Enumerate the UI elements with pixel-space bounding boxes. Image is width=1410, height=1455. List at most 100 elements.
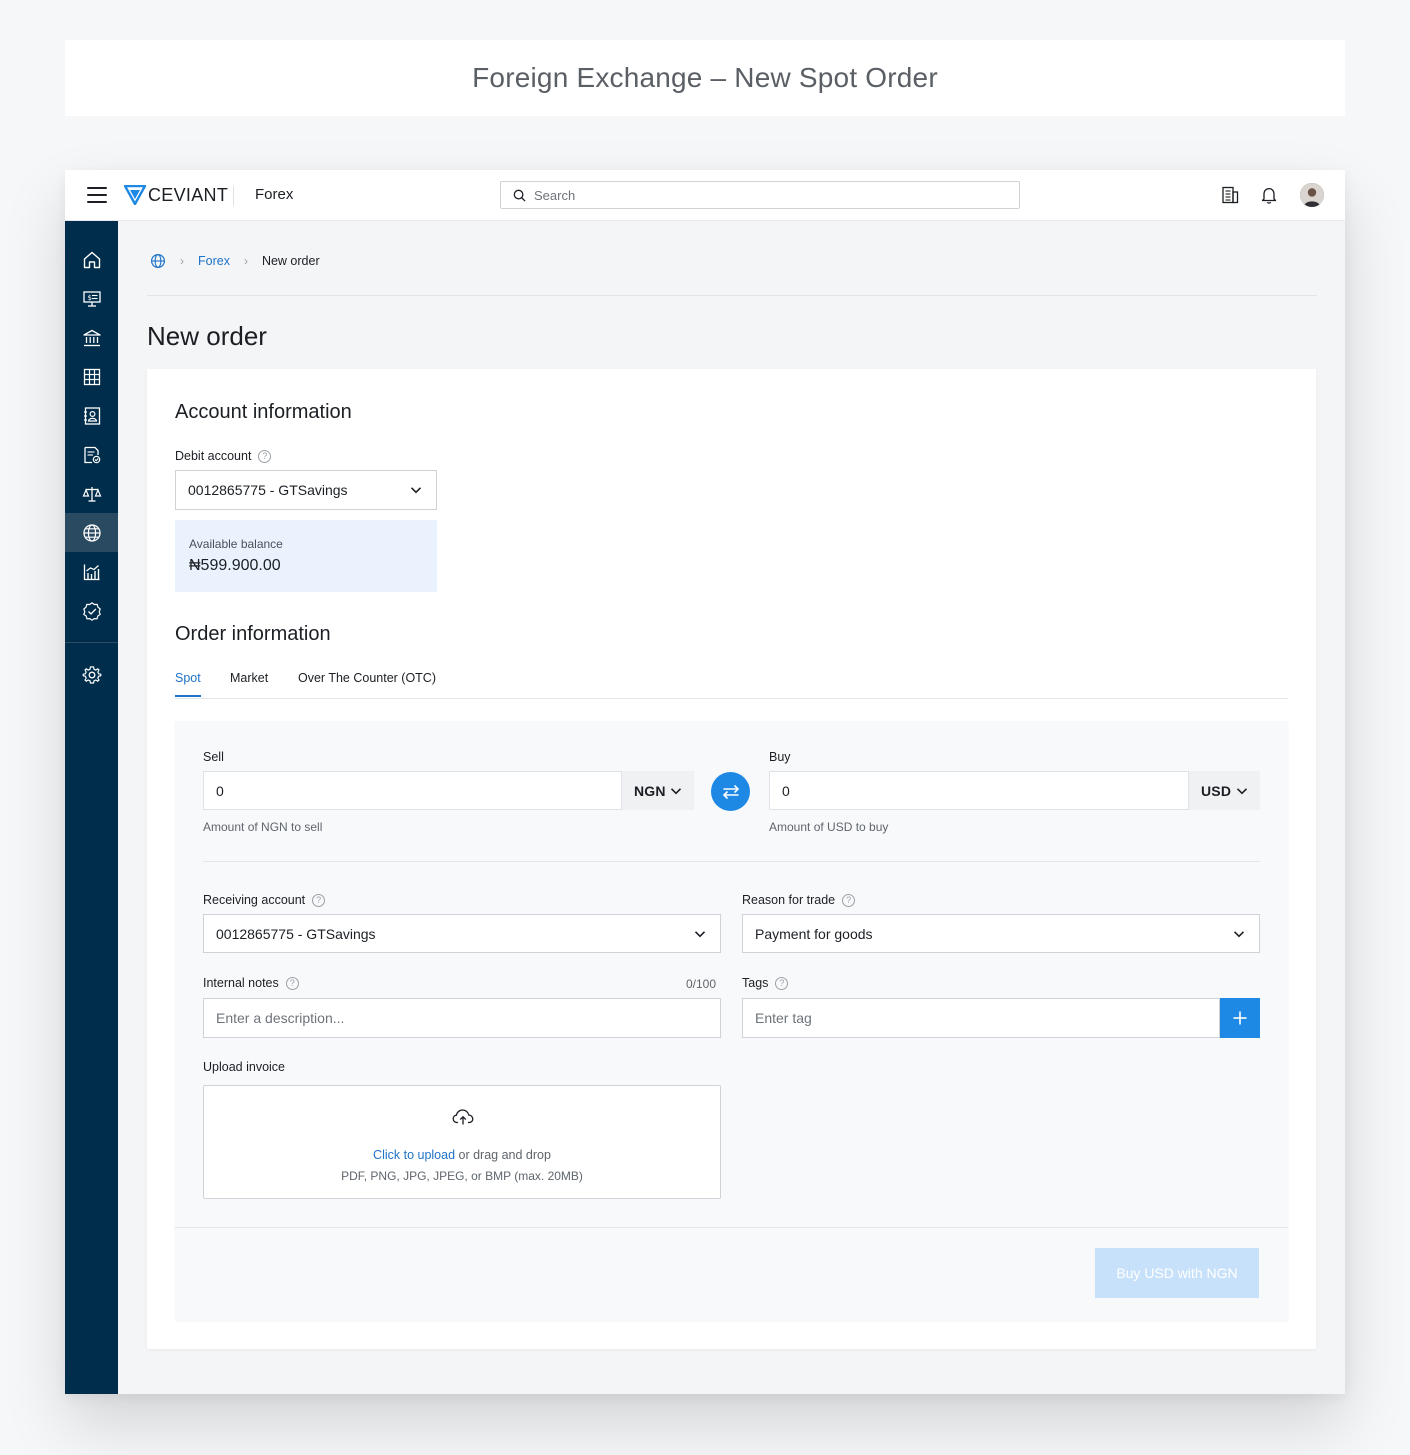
- plus-icon: [1233, 1011, 1247, 1025]
- sidebar-item-approvals[interactable]: [65, 591, 118, 630]
- search-box[interactable]: [500, 181, 1020, 209]
- globe-icon: [82, 523, 101, 542]
- logo[interactable]: CEVIANT: [124, 183, 228, 207]
- breadcrumb-link-forex[interactable]: Forex: [198, 254, 230, 268]
- scale-icon: [82, 486, 101, 502]
- debit-account-value: 0012865775 - GTSavings: [188, 482, 348, 498]
- bell-icon[interactable]: [1259, 185, 1279, 205]
- debit-account-label: Debit account ?: [175, 449, 272, 463]
- tags-label: Tags ?: [742, 976, 789, 990]
- sidebar-item-payments[interactable]: $: [65, 279, 118, 318]
- tags-input[interactable]: [755, 1010, 1219, 1026]
- module-name: Forex: [255, 186, 294, 203]
- grid-icon: [83, 368, 100, 385]
- internal-notes-label-text: Internal notes: [203, 976, 279, 990]
- help-icon[interactable]: ?: [312, 893, 326, 907]
- sidebar-item-home[interactable]: [65, 240, 118, 279]
- buy-currency-select[interactable]: USD: [1189, 771, 1260, 810]
- buy-currency-value: USD: [1201, 782, 1232, 799]
- sidebar-item-bank[interactable]: [65, 318, 118, 357]
- cloud-upload-icon: [452, 1109, 474, 1125]
- building-icon[interactable]: [1220, 185, 1240, 205]
- reason-for-trade-label-text: Reason for trade: [742, 893, 836, 907]
- upload-formats: PDF, PNG, JPG, JPEG, or BMP (max. 20MB): [341, 1169, 583, 1183]
- sidebar-item-grid[interactable]: [65, 357, 118, 396]
- sell-amount-field[interactable]: [203, 771, 622, 810]
- help-icon[interactable]: ?: [775, 976, 789, 990]
- help-icon[interactable]: ?: [842, 893, 856, 907]
- receiving-account-label-text: Receiving account: [203, 893, 306, 907]
- tab-otc[interactable]: Over The Counter (OTC): [298, 671, 436, 695]
- chevron-down-icon: [410, 487, 422, 494]
- logo-text: CEVIANT: [148, 184, 229, 205]
- breadcrumb-divider: [147, 295, 1317, 296]
- main-content: › Forex › New order New order Account in…: [118, 221, 1345, 1394]
- panel-divider: [203, 861, 1260, 862]
- svg-text:$: $: [87, 294, 91, 302]
- buy-hint: Amount of USD to buy: [769, 820, 889, 834]
- upload-instruction: Click to upload or drag and drop: [204, 1148, 720, 1162]
- tab-market[interactable]: Market: [230, 671, 268, 695]
- sell-amount-input[interactable]: [216, 782, 621, 799]
- help-icon[interactable]: ?: [258, 449, 272, 463]
- sidebar-item-forex[interactable]: [65, 513, 118, 552]
- settings-icon: [82, 665, 101, 684]
- panel-footer-divider: [175, 1227, 1288, 1228]
- receiving-account-select[interactable]: 0012865775 - GTSavings: [203, 914, 721, 953]
- add-tag-button[interactable]: [1220, 998, 1260, 1038]
- notes-character-counter: 0/100: [686, 977, 717, 991]
- balance-label: Available balance: [189, 537, 283, 551]
- chart-icon: [83, 564, 99, 580]
- internal-notes-label: Internal notes ?: [203, 976, 299, 990]
- chevron-down-icon: [694, 930, 706, 937]
- avatar-person-icon: [1300, 183, 1324, 207]
- avatar[interactable]: [1300, 183, 1324, 207]
- sidebar-item-invoices[interactable]: [65, 435, 118, 474]
- tab-spot[interactable]: Spot: [175, 671, 201, 697]
- buy-usd-with-ngn-button[interactable]: Buy USD with NGN: [1095, 1248, 1259, 1298]
- logo-mark-icon: [124, 185, 146, 205]
- debit-account-label-text: Debit account: [175, 449, 252, 463]
- sidebar-item-settings[interactable]: [65, 655, 118, 694]
- bank-icon: [82, 329, 101, 346]
- swap-icon: [722, 784, 739, 799]
- order-type-tabs: Spot Market Over The Counter (OTC): [175, 665, 1288, 699]
- search-icon: [513, 189, 526, 202]
- debit-account-select[interactable]: 0012865775 - GTSavings: [175, 470, 437, 510]
- app-window: CEVIANT Forex Search $ › Forex › New ord…: [65, 170, 1345, 1394]
- reason-for-trade-label: Reason for trade ?: [742, 893, 856, 907]
- buy-amount-input[interactable]: [782, 782, 1188, 799]
- page-title: New order: [147, 321, 267, 351]
- sell-currency-select[interactable]: NGN: [622, 771, 694, 810]
- top-bar: CEVIANT Forex: [65, 170, 1345, 221]
- sidebar-item-contacts[interactable]: [65, 396, 118, 435]
- reason-for-trade-value: Payment for goods: [755, 925, 873, 942]
- internal-notes-field[interactable]: [203, 998, 721, 1038]
- tags-field[interactable]: [742, 998, 1220, 1038]
- breadcrumb: › Forex › New order: [150, 253, 320, 269]
- menu-icon[interactable]: [87, 187, 107, 203]
- sell-label: Sell: [203, 750, 224, 764]
- sidebar: $: [65, 221, 118, 1394]
- globe-icon[interactable]: [150, 253, 166, 269]
- buy-amount-field[interactable]: [769, 771, 1189, 810]
- upload-dropzone[interactable]: Click to upload or drag and drop PDF, PN…: [203, 1085, 721, 1199]
- available-balance-box: Available balance ₦599.900.00: [175, 520, 437, 592]
- upload-invoice-label: Upload invoice: [203, 1060, 285, 1074]
- swap-currencies-button[interactable]: [711, 772, 750, 811]
- chevron-down-icon: [670, 787, 682, 794]
- internal-notes-input[interactable]: [216, 1010, 720, 1026]
- sell-hint: Amount of NGN to sell: [203, 820, 323, 834]
- reason-for-trade-select[interactable]: Payment for goods: [742, 914, 1260, 953]
- help-icon[interactable]: ?: [285, 976, 299, 990]
- payments-icon: $: [82, 290, 101, 307]
- invoice-icon: [83, 446, 100, 463]
- balance-value: ₦599.900.00: [189, 557, 281, 574]
- click-to-upload-link[interactable]: Click to upload: [373, 1148, 455, 1162]
- account-info-title: Account information: [175, 401, 352, 423]
- badge-check-icon: [82, 601, 101, 621]
- sidebar-item-compliance[interactable]: [65, 474, 118, 513]
- sidebar-item-analytics[interactable]: [65, 552, 118, 591]
- search-input[interactable]: [534, 187, 1014, 203]
- receiving-account-value: 0012865775 - GTSavings: [216, 925, 376, 942]
